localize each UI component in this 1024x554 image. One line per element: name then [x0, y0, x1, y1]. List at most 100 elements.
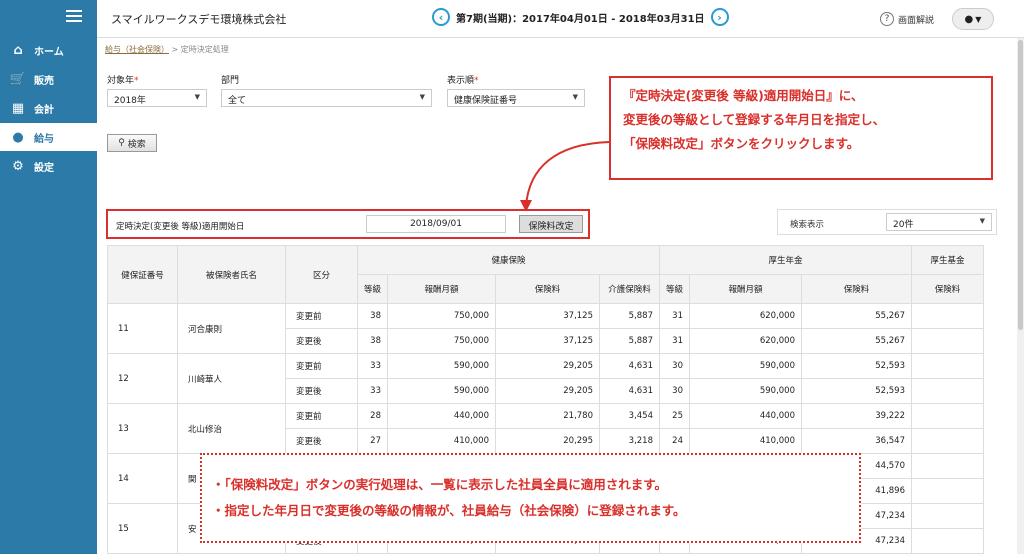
dept-label: 部門: [221, 76, 240, 86]
question-icon: ?: [880, 12, 894, 26]
cell-health-monthly: 410,000: [387, 428, 496, 454]
col-header-premium: 保険料: [495, 274, 600, 304]
display-count-select[interactable]: 20件 ▼: [886, 213, 992, 231]
col-header-id: 健保証番号: [107, 245, 178, 304]
sidebar-item-label: 会計: [34, 104, 54, 116]
search-button[interactable]: ⚲ 検索: [107, 134, 157, 152]
caret-icon: ▼: [572, 93, 578, 101]
sidebar-item-home[interactable]: ⌂ ホーム: [0, 36, 97, 64]
cell-kubun: 変更後: [285, 378, 358, 404]
cell-pension-grade: 30: [659, 378, 690, 404]
premium-revision-button[interactable]: 保険料改定: [519, 215, 583, 233]
cell-fund-premium: [911, 478, 984, 504]
cell-pension-grade: 30: [659, 353, 690, 379]
cell-kubun: 変更後: [285, 428, 358, 454]
cell-fund-premium: [911, 328, 984, 354]
sidebar-item-label: ホーム: [34, 46, 64, 58]
help-link[interactable]: ? 画面解説: [880, 12, 934, 26]
sidebar-item-label: 販売: [34, 75, 54, 87]
cell-name[interactable]: 川崎華人: [177, 353, 286, 404]
cell-pension-monthly: 620,000: [689, 328, 802, 354]
cell-pension-premium: 55,267: [801, 328, 912, 354]
cell-fund-premium: [911, 503, 984, 529]
cell-id: 12: [107, 353, 178, 404]
col-header-monthly: 報酬月額: [689, 274, 802, 304]
search-icon: ⚲: [118, 138, 125, 148]
scrollbar[interactable]: [1017, 38, 1024, 554]
breadcrumb-separator: >: [171, 45, 179, 54]
cell-name[interactable]: 河合康則: [177, 303, 286, 354]
company-name: スマイルワークスデモ環境株式会社: [111, 13, 287, 26]
col-header-monthly: 報酬月額: [387, 274, 496, 304]
period-text: 第7期(当期)：2017年04月01日 - 2018年03月31日: [456, 13, 705, 25]
caret-icon: ▼: [979, 217, 985, 225]
cell-health-grade: 27: [357, 428, 388, 454]
header: スマイルワークスデモ環境株式会社 ‹ 第7期(当期)：2017年04月01日 -…: [97, 0, 1024, 38]
cell-fund-premium: [911, 453, 984, 479]
cell-health-monthly: 440,000: [387, 403, 496, 429]
sidebar-item-accounting[interactable]: ▦ 会計: [0, 94, 97, 122]
table-row: 11 河合康則 変更前 38 750,000 37,125 5,887 31 620,000 55…: [107, 303, 984, 354]
chevron-down-icon: ▼: [975, 14, 982, 24]
sidebar-item-sales[interactable]: 🛒 販売: [0, 65, 97, 93]
sidebar-item-label: 給与: [34, 133, 54, 145]
cell-fund-premium: [911, 403, 984, 429]
cell-id: 15: [107, 503, 178, 554]
cell-pension-monthly: 590,000: [689, 353, 802, 379]
gear-icon: ⚙: [12, 158, 24, 174]
cell-id: 11: [107, 303, 178, 354]
cell-health-monthly: 590,000: [387, 378, 496, 404]
col-header-health: 健康保険: [357, 245, 660, 275]
apply-date-input[interactable]: 2018/09/01: [366, 215, 506, 233]
display-count-row: 検索表示 20件 ▼: [777, 209, 997, 235]
col-header-care: 介護保険料: [599, 274, 660, 304]
user-menu-button[interactable]: ● ▼: [952, 8, 994, 30]
col-header-premium: 保険料: [801, 274, 912, 304]
next-period-icon[interactable]: ›: [710, 8, 729, 26]
cell-pension-grade: 25: [659, 403, 690, 429]
sidebar-item-settings[interactable]: ⚙ 設定: [0, 152, 97, 180]
year-select[interactable]: 2018年 ▼: [107, 89, 207, 107]
cell-pension-premium: 52,593: [801, 378, 912, 404]
cell-care-premium: 3,218: [599, 428, 660, 454]
cell-health-premium: 29,205: [495, 378, 600, 404]
cell-id: 13: [107, 403, 178, 454]
menu-icon[interactable]: [66, 10, 82, 22]
sidebar-item-payroll[interactable]: ● 給与: [0, 123, 97, 151]
dept-select[interactable]: 全て ▼: [221, 89, 432, 107]
year-label: 対象年*: [107, 76, 139, 86]
cell-kubun: 変更前: [285, 353, 358, 379]
cell-health-premium: 37,125: [495, 303, 600, 329]
breadcrumb-parent[interactable]: 給与（社会保険）: [105, 45, 169, 54]
cell-pension-premium: 36,547: [801, 428, 912, 454]
cell-health-premium: 20,295: [495, 428, 600, 454]
cell-pension-monthly: 590,000: [689, 378, 802, 404]
instruction-callout: 『定時決定(変更後 等級)適用開始日』に、 変更後の等級として登録する年月日を指…: [609, 76, 993, 180]
cell-fund-premium: [911, 303, 984, 329]
cell-health-grade: 38: [357, 328, 388, 354]
help-label: 画面解説: [898, 15, 935, 26]
table-row: 13 北山修治 変更前 28 440,000 21,780 3,454 25 440,000 39…: [107, 403, 984, 454]
cell-id: 14: [107, 453, 178, 504]
cell-care-premium: 4,631: [599, 353, 660, 379]
caret-icon: ▼: [194, 93, 200, 101]
cell-health-monthly: 750,000: [387, 328, 496, 354]
cell-care-premium: 3,454: [599, 403, 660, 429]
cell-health-grade: 33: [357, 378, 388, 404]
scrollbar-thumb[interactable]: [1018, 40, 1023, 330]
order-label: 表示順*: [447, 76, 479, 86]
sidebar: ⌂ ホーム 🛒 販売 ▦ 会計 ● 給与 ⚙ 設定: [0, 0, 97, 554]
cell-kubun: 変更前: [285, 303, 358, 329]
cell-name[interactable]: 北山修治: [177, 403, 286, 454]
cell-care-premium: 5,887: [599, 328, 660, 354]
order-select[interactable]: 健康保険証番号 ▼: [447, 89, 585, 107]
display-count-label: 検索表示: [790, 220, 825, 230]
prev-period-icon[interactable]: ‹: [432, 8, 450, 26]
money-bag-icon: ●: [12, 129, 24, 145]
cell-health-grade: 33: [357, 353, 388, 379]
col-header-kubun: 区分: [285, 245, 358, 304]
cell-fund-premium: [911, 378, 984, 404]
cell-health-monthly: 590,000: [387, 353, 496, 379]
cell-pension-monthly: 620,000: [689, 303, 802, 329]
caret-icon: ▼: [419, 93, 425, 101]
